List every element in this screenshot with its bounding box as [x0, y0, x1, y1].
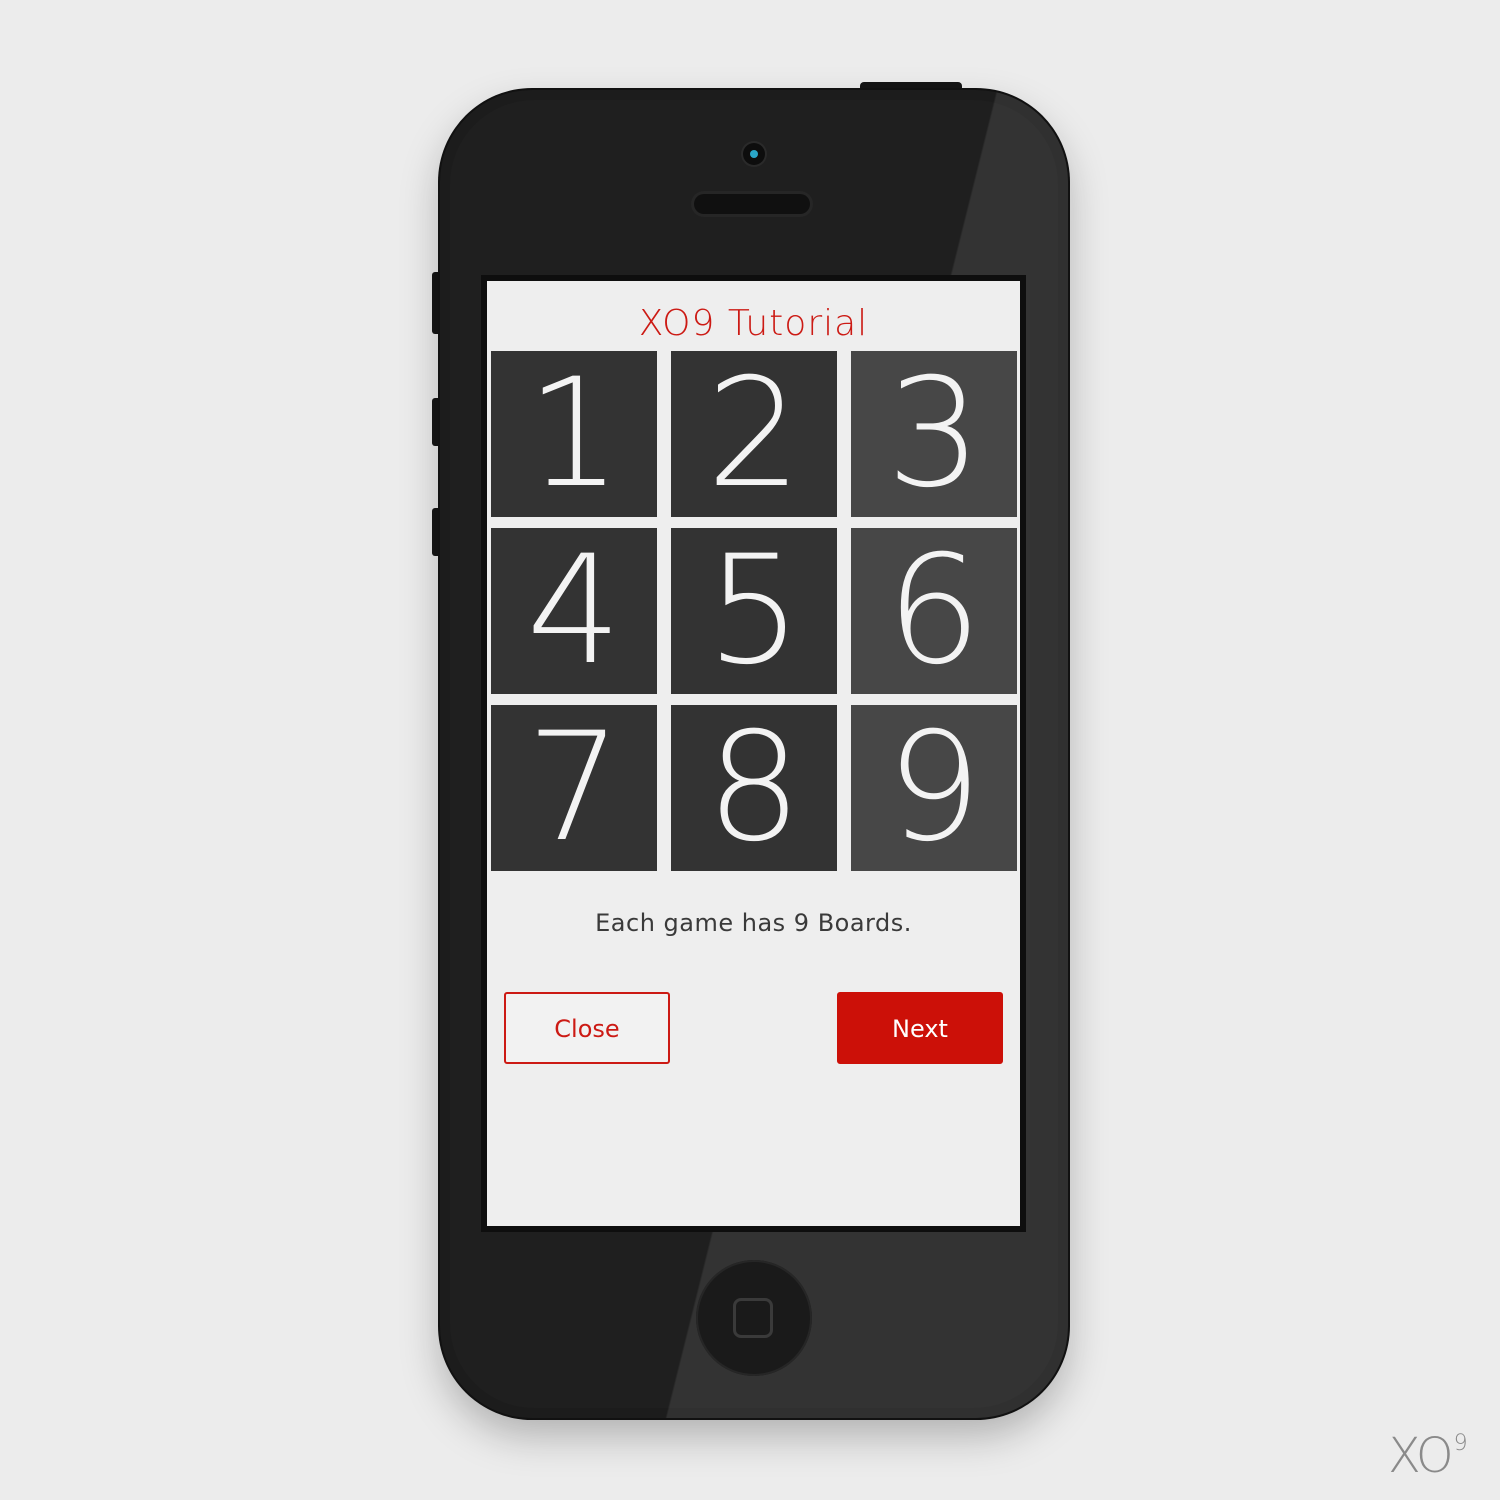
next-button[interactable]: Next	[837, 992, 1003, 1064]
close-button[interactable]: Close	[504, 992, 670, 1064]
board-cell-7[interactable]: 7	[491, 705, 657, 871]
board-cell-3[interactable]: 3	[851, 351, 1017, 517]
mute-switch	[432, 272, 440, 334]
logo-superscript: 9	[1453, 1431, 1468, 1456]
board-cell-1[interactable]: 1	[491, 351, 657, 517]
board-cell-2[interactable]: 2	[671, 351, 837, 517]
camera-icon	[743, 143, 765, 165]
volume-up-button	[432, 398, 440, 446]
board-cell-5[interactable]: 5	[671, 528, 837, 694]
board-cell-9[interactable]: 9	[851, 705, 1017, 871]
board-cell-8[interactable]: 8	[671, 705, 837, 871]
stage: XO9 Tutorial 1 2 3 4 5 6 7 8 9 Each game…	[0, 0, 1500, 1500]
speaker-icon	[694, 194, 810, 214]
board-cell-4[interactable]: 4	[491, 528, 657, 694]
tutorial-message: Each game has 9 Boards.	[595, 909, 912, 937]
home-square-icon	[733, 1298, 773, 1338]
xo9-logo: XO9	[1388, 1428, 1468, 1484]
tutorial-screen: XO9 Tutorial 1 2 3 4 5 6 7 8 9 Each game…	[487, 281, 1020, 1226]
board-cell-6[interactable]: 6	[851, 528, 1017, 694]
home-button-icon[interactable]	[696, 1260, 812, 1376]
volume-down-button	[432, 508, 440, 556]
board-grid: 1 2 3 4 5 6 7 8 9	[491, 351, 1017, 871]
logo-text: XO	[1388, 1428, 1454, 1484]
page-title: XO9 Tutorial	[638, 303, 869, 344]
